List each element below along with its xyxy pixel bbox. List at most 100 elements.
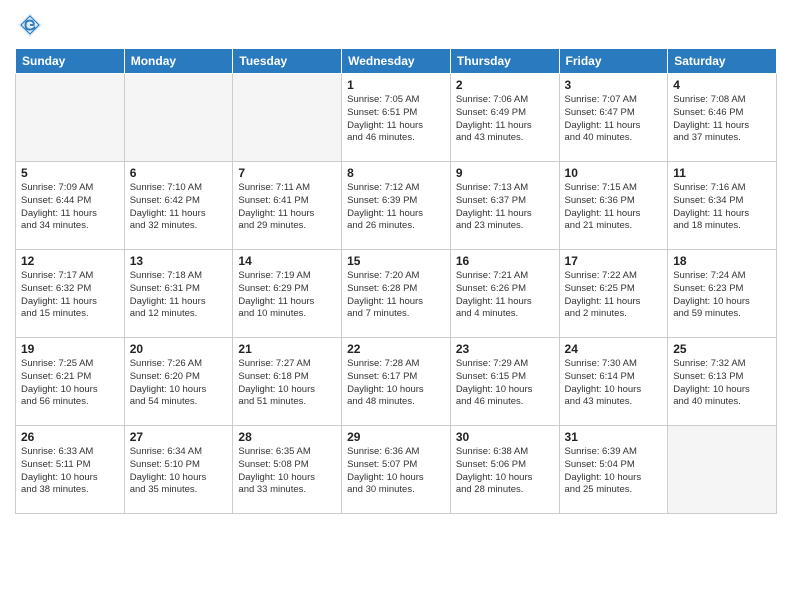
day-info: Sunrise: 7:05 AM Sunset: 6:51 PM Dayligh… — [347, 94, 445, 145]
week-row-3: 12Sunrise: 7:17 AM Sunset: 6:32 PM Dayli… — [16, 250, 777, 338]
day-number: 28 — [238, 430, 336, 444]
day-number: 8 — [347, 166, 445, 180]
day-number: 14 — [238, 254, 336, 268]
page: SundayMondayTuesdayWednesdayThursdayFrid… — [0, 0, 792, 612]
calendar-cell — [668, 426, 777, 514]
day-info: Sunrise: 7:11 AM Sunset: 6:41 PM Dayligh… — [238, 182, 336, 233]
day-info: Sunrise: 6:39 AM Sunset: 5:04 PM Dayligh… — [565, 446, 663, 497]
day-number: 26 — [21, 430, 119, 444]
day-info: Sunrise: 7:16 AM Sunset: 6:34 PM Dayligh… — [673, 182, 771, 233]
week-row-2: 5 Sunrise: 7:09 AM Sunset: 6:44 PM Daylig… — [16, 162, 777, 250]
weekday-header-wednesday: Wednesday — [342, 49, 451, 74]
day-info: Sunrise: 7:21 AM Sunset: 6:26 PM Dayligh… — [456, 270, 554, 321]
day-info: Sunrise: 7:17 AM Sunset: 6:32 PM Dayligh… — [21, 270, 119, 321]
day-number: 4 — [673, 78, 771, 92]
day-info: Sunrise: 7:18 AM Sunset: 6:31 PM Dayligh… — [130, 270, 228, 321]
day-number: 27 — [130, 430, 228, 444]
weekday-header-row: SundayMondayTuesdayWednesdayThursdayFrid… — [16, 49, 777, 74]
day-number: 31 — [565, 430, 663, 444]
day-info: Sunrise: 7:19 AM Sunset: 6:29 PM Dayligh… — [238, 270, 336, 321]
calendar-cell: 15Sunrise: 7:20 AM Sunset: 6:28 PM Dayli… — [342, 250, 451, 338]
calendar-cell — [16, 74, 125, 162]
day-info: Sunrise: 7:13 AM Sunset: 6:37 PM Dayligh… — [456, 182, 554, 233]
calendar-cell: 16 Sunrise: 7:21 AM Sunset: 6:26 PM Dayli… — [450, 250, 559, 338]
calendar-cell: 25 Sunrise: 7:32 AM Sunset: 6:13 PM Dayli… — [668, 338, 777, 426]
day-number: 2 — [456, 78, 554, 92]
day-info: Sunrise: 7:08 AM Sunset: 6:46 PM Dayligh… — [673, 94, 771, 145]
calendar-cell: 31 Sunrise: 6:39 AM Sunset: 5:04 PM Dayli… — [559, 426, 668, 514]
day-number: 17 — [565, 254, 663, 268]
day-info: Sunrise: 7:12 AM Sunset: 6:39 PM Dayligh… — [347, 182, 445, 233]
calendar-cell: 21 Sunrise: 7:27 AM Sunset: 6:18 PM Dayli… — [233, 338, 342, 426]
day-number: 9 — [456, 166, 554, 180]
day-number: 13 — [130, 254, 228, 268]
day-info: Sunrise: 6:33 AM Sunset: 5:11 PM Dayligh… — [21, 446, 119, 497]
calendar-cell — [124, 74, 233, 162]
weekday-header-saturday: Saturday — [668, 49, 777, 74]
day-number: 29 — [347, 430, 445, 444]
day-number: 1 — [347, 78, 445, 92]
week-row-1: 1 Sunrise: 7:05 AM Sunset: 6:51 PM Daylig… — [16, 74, 777, 162]
day-number: 16 — [456, 254, 554, 268]
day-info: Sunrise: 7:09 AM Sunset: 6:44 PM Dayligh… — [21, 182, 119, 233]
calendar-cell: 27 Sunrise: 6:34 AM Sunset: 5:10 PM Dayli… — [124, 426, 233, 514]
day-info: Sunrise: 7:07 AM Sunset: 6:47 PM Dayligh… — [565, 94, 663, 145]
weekday-header-sunday: Sunday — [16, 49, 125, 74]
calendar-cell: 2 Sunrise: 7:06 AM Sunset: 6:49 PM Daylig… — [450, 74, 559, 162]
calendar-cell: 19 Sunrise: 7:25 AM Sunset: 6:21 PM Dayli… — [16, 338, 125, 426]
logo-icon — [15, 10, 45, 40]
day-number: 23 — [456, 342, 554, 356]
day-info: Sunrise: 7:06 AM Sunset: 6:49 PM Dayligh… — [456, 94, 554, 145]
header — [15, 10, 777, 40]
day-info: Sunrise: 7:26 AM Sunset: 6:20 PM Dayligh… — [130, 358, 228, 409]
calendar-cell: 8 Sunrise: 7:12 AM Sunset: 6:39 PM Daylig… — [342, 162, 451, 250]
day-info: Sunrise: 7:32 AM Sunset: 6:13 PM Dayligh… — [673, 358, 771, 409]
day-info: Sunrise: 7:10 AM Sunset: 6:42 PM Dayligh… — [130, 182, 228, 233]
day-info: Sunrise: 7:24 AM Sunset: 6:23 PM Dayligh… — [673, 270, 771, 321]
day-number: 24 — [565, 342, 663, 356]
day-info: Sunrise: 6:38 AM Sunset: 5:06 PM Dayligh… — [456, 446, 554, 497]
day-number: 19 — [21, 342, 119, 356]
calendar-cell: 9 Sunrise: 7:13 AM Sunset: 6:37 PM Daylig… — [450, 162, 559, 250]
day-info: Sunrise: 7:30 AM Sunset: 6:14 PM Dayligh… — [565, 358, 663, 409]
day-number: 5 — [21, 166, 119, 180]
weekday-header-thursday: Thursday — [450, 49, 559, 74]
day-number: 7 — [238, 166, 336, 180]
calendar-cell: 4 Sunrise: 7:08 AM Sunset: 6:46 PM Daylig… — [668, 74, 777, 162]
calendar-cell: 20 Sunrise: 7:26 AM Sunset: 6:20 PM Dayli… — [124, 338, 233, 426]
calendar-cell: 24 Sunrise: 7:30 AM Sunset: 6:14 PM Dayli… — [559, 338, 668, 426]
day-number: 6 — [130, 166, 228, 180]
day-number: 11 — [673, 166, 771, 180]
day-number: 10 — [565, 166, 663, 180]
logo — [15, 10, 49, 40]
calendar-cell: 13 Sunrise: 7:18 AM Sunset: 6:31 PM Dayli… — [124, 250, 233, 338]
calendar-cell: 11 Sunrise: 7:16 AM Sunset: 6:34 PM Dayli… — [668, 162, 777, 250]
day-number: 18 — [673, 254, 771, 268]
calendar-cell: 18 Sunrise: 7:24 AM Sunset: 6:23 PM Dayli… — [668, 250, 777, 338]
calendar-cell: 23 Sunrise: 7:29 AM Sunset: 6:15 PM Dayli… — [450, 338, 559, 426]
weekday-header-tuesday: Tuesday — [233, 49, 342, 74]
day-info: Sunrise: 6:36 AM Sunset: 5:07 PM Dayligh… — [347, 446, 445, 497]
day-number: 30 — [456, 430, 554, 444]
calendar-cell: 12Sunrise: 7:17 AM Sunset: 6:32 PM Dayli… — [16, 250, 125, 338]
calendar-cell: 7 Sunrise: 7:11 AM Sunset: 6:41 PM Daylig… — [233, 162, 342, 250]
calendar-cell: 1 Sunrise: 7:05 AM Sunset: 6:51 PM Daylig… — [342, 74, 451, 162]
calendar-cell: 5 Sunrise: 7:09 AM Sunset: 6:44 PM Daylig… — [16, 162, 125, 250]
calendar-table: SundayMondayTuesdayWednesdayThursdayFrid… — [15, 48, 777, 514]
calendar-cell: 10 Sunrise: 7:15 AM Sunset: 6:36 PM Dayli… — [559, 162, 668, 250]
day-number: 15 — [347, 254, 445, 268]
calendar-cell: 6 Sunrise: 7:10 AM Sunset: 6:42 PM Daylig… — [124, 162, 233, 250]
day-number: 20 — [130, 342, 228, 356]
day-number: 25 — [673, 342, 771, 356]
week-row-5: 26 Sunrise: 6:33 AM Sunset: 5:11 PM Dayli… — [16, 426, 777, 514]
day-info: Sunrise: 7:15 AM Sunset: 6:36 PM Dayligh… — [565, 182, 663, 233]
day-info: Sunrise: 7:22 AM Sunset: 6:25 PM Dayligh… — [565, 270, 663, 321]
calendar-cell: 26 Sunrise: 6:33 AM Sunset: 5:11 PM Dayli… — [16, 426, 125, 514]
calendar-cell: 29 Sunrise: 6:36 AM Sunset: 5:07 PM Dayli… — [342, 426, 451, 514]
day-info: Sunrise: 6:34 AM Sunset: 5:10 PM Dayligh… — [130, 446, 228, 497]
day-info: Sunrise: 7:25 AM Sunset: 6:21 PM Dayligh… — [21, 358, 119, 409]
day-info: Sunrise: 7:27 AM Sunset: 6:18 PM Dayligh… — [238, 358, 336, 409]
day-number: 3 — [565, 78, 663, 92]
day-info: Sunrise: 7:29 AM Sunset: 6:15 PM Dayligh… — [456, 358, 554, 409]
day-number: 21 — [238, 342, 336, 356]
